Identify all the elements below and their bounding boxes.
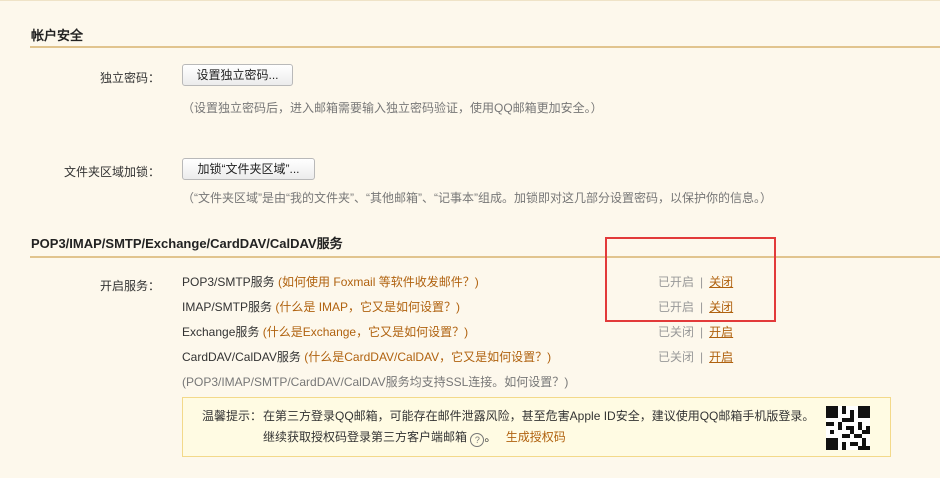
service-help-link[interactable]: (什么是 IMAP，它又是如何设置？) [275, 300, 460, 314]
ssl-note: (POP3/IMAP/SMTP/CardDAV/CalDAV服务均支持SSL连接… [182, 373, 568, 390]
service-row-exchange: Exchange服务 (什么是Exchange，它又是如何设置？) [182, 323, 468, 340]
service-row-pop3-smtp: POP3/SMTP服务 (如何使用 Foxmail 等软件收发邮件？) [182, 273, 479, 290]
enable-services-label: 开启服务： [99, 279, 160, 293]
set-independent-password-button[interactable]: 设置独立密码... [182, 64, 293, 86]
ssl-how-to-link[interactable]: 如何设置？ [504, 375, 564, 389]
enable-carddav-caldav-link[interactable]: 开启 [709, 350, 733, 364]
folder-lock-hint: （“文件夹区域”是由“我的文件夹”、“其他邮箱”、“记事本”组成。加锁即对这几部… [182, 191, 772, 205]
highlight-box [605, 237, 776, 322]
service-help-link[interactable]: (如何使用 Foxmail 等软件收发邮件？) [278, 275, 479, 289]
ssl-note-close: ) [564, 375, 569, 389]
section-divider [30, 256, 940, 258]
tip-line-1: 在第三方登录QQ邮箱，可能存在邮件泄露风险，甚至危害Apple ID安全，建议使… [263, 409, 815, 423]
service-help-link[interactable]: (什么是CardDAV/CalDAV，它又是如何设置？) [304, 350, 551, 364]
status-separator: | [700, 350, 704, 364]
status-text: 已关闭 [658, 350, 695, 364]
service-name: Exchange服务 [182, 325, 260, 339]
service-name: IMAP/SMTP服务 [182, 300, 273, 314]
tip-prefix: 温馨提示： [202, 409, 263, 423]
section-title-protocols: POP3/IMAP/SMTP/Exchange/CardDAV/CalDAV服务 [31, 236, 343, 251]
tip-line-2: 继续获取授权码登录第三方客户端邮箱 ?。 生成授权码 [263, 428, 566, 447]
service-help-link[interactable]: (什么是Exchange，它又是如何设置？) [263, 325, 468, 339]
tip-line-2-text: 继续获取授权码登录第三方客户端邮箱 [263, 430, 468, 444]
tip-box: 温馨提示： 在第三方登录QQ邮箱，可能存在邮件泄露风险，甚至危害Apple ID… [182, 397, 891, 457]
enable-exchange-link[interactable]: 开启 [709, 325, 733, 339]
generate-auth-code-link[interactable]: 生成授权码 [506, 430, 566, 444]
section-title-account-security: 帐户安全 [31, 28, 84, 43]
service-name: POP3/SMTP服务 [182, 275, 275, 289]
service-status-carddav-caldav: 已关闭 | 开启 [658, 348, 733, 365]
service-name: CardDAV/CalDAV服务 [182, 350, 301, 364]
service-row-imap-smtp: IMAP/SMTP服务 (什么是 IMAP，它又是如何设置？) [182, 298, 460, 315]
ssl-note-text: (POP3/IMAP/SMTP/CardDAV/CalDAV服务均支持SSL连接… [182, 375, 505, 389]
independent-password-hint: （设置独立密码后，进入邮箱需要输入独立密码验证，使用QQ邮箱更加安全。） [182, 101, 603, 115]
independent-password-label: 独立密码： [99, 71, 160, 85]
status-separator: | [700, 325, 704, 339]
help-icon[interactable]: ? [470, 433, 485, 447]
section-divider [30, 46, 940, 48]
folder-lock-label: 文件夹区域加锁： [63, 165, 160, 179]
service-status-exchange: 已关闭 | 开启 [658, 323, 733, 340]
status-text: 已关闭 [658, 325, 695, 339]
lock-folder-area-button[interactable]: 加锁“文件夹区域”... [182, 158, 315, 180]
top-border [0, 0, 940, 1]
service-row-carddav-caldav: CardDAV/CalDAV服务 (什么是CardDAV/CalDAV，它又是如… [182, 348, 551, 365]
tip-line-2-mid: 。 [484, 430, 497, 444]
qr-code-icon [826, 406, 870, 450]
